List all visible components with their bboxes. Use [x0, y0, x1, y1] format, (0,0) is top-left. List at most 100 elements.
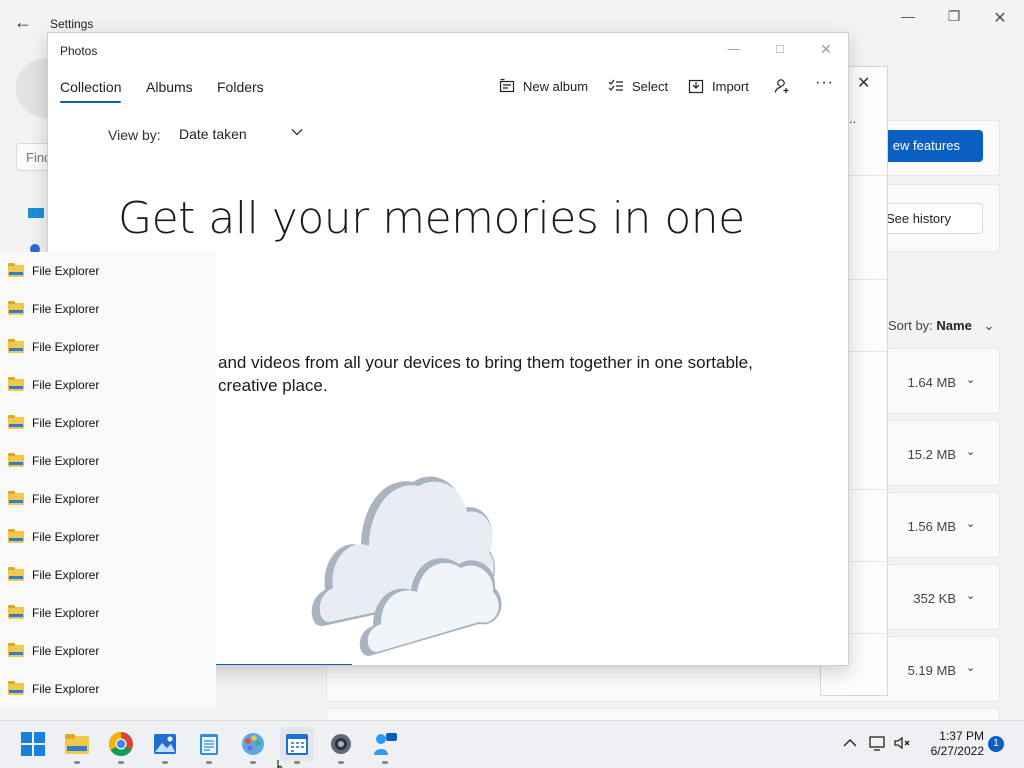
list-item-label: File Explorer — [32, 302, 100, 316]
chevron-down-icon[interactable]: ⌄ — [966, 445, 975, 458]
close-icon[interactable]: ✕ — [857, 73, 870, 93]
list-item[interactable]: File Explorer — [0, 518, 216, 556]
folder-icon — [8, 681, 24, 695]
settings-gear-icon[interactable] — [328, 731, 354, 757]
maximize-icon[interactable]: □ — [770, 41, 790, 56]
file-explorer-icon[interactable] — [64, 731, 90, 757]
view-by-dropdown[interactable]: Date taken — [179, 126, 247, 142]
tab-collection[interactable]: Collection — [60, 79, 122, 103]
file-size: 1.64 MB — [907, 375, 956, 390]
start-icon[interactable] — [20, 731, 46, 757]
folder-icon — [8, 301, 24, 315]
folder-icon — [8, 339, 24, 353]
close-icon[interactable]: ✕ — [816, 41, 836, 58]
minimize-icon[interactable]: — — [898, 8, 918, 24]
checklist-icon — [608, 79, 623, 91]
minimize-icon[interactable]: — — [724, 41, 744, 56]
paint-icon[interactable] — [240, 731, 266, 757]
photos-icon[interactable] — [152, 731, 178, 757]
network-icon[interactable] — [869, 735, 887, 751]
file-size: 5.19 MB — [907, 663, 956, 678]
album-icon — [499, 78, 515, 93]
running-indicator — [206, 761, 212, 764]
list-item-label: File Explorer — [32, 454, 100, 468]
chevron-down-icon[interactable]: ⌄ — [966, 373, 975, 386]
folder-icon — [8, 263, 24, 277]
list-item[interactable]: File Explorer — [0, 366, 216, 404]
folder-icon — [8, 643, 24, 657]
select-button[interactable]: Select — [608, 78, 668, 94]
new-album-button[interactable]: New album — [499, 78, 588, 94]
list-item[interactable]: File Explorer — [0, 442, 216, 480]
import-icon — [688, 79, 704, 94]
chevron-down-icon[interactable] — [290, 125, 304, 139]
list-item[interactable]: File Explorer — [0, 556, 216, 594]
list-item-label: File Explorer — [32, 340, 100, 354]
taskbar — [0, 720, 1024, 768]
speaker-muted-icon[interactable] — [893, 735, 911, 751]
divider — [849, 175, 889, 176]
import-label: Import — [712, 78, 749, 94]
list-item[interactable]: File Explorer — [0, 252, 216, 290]
more-icon: .. — [849, 111, 857, 126]
list-item[interactable]: File Explorer — [0, 670, 216, 708]
list-item[interactable]: File Explorer — [0, 290, 216, 328]
bottom-action-bar — [216, 664, 352, 665]
window-title: Photos — [60, 44, 98, 58]
list-item-label: File Explorer — [32, 644, 100, 658]
divider — [849, 633, 889, 634]
clock-date: 6/27/2022 — [930, 744, 984, 758]
new-album-label: New album — [523, 78, 589, 94]
chevron-down-icon[interactable]: ⌄ — [966, 661, 975, 674]
divider — [849, 561, 889, 562]
hero-heading: Get all your memories in one — [118, 193, 745, 244]
file-explorer-jump-list: File Explorer File Explorer File Explore… — [0, 252, 216, 708]
tab-albums[interactable]: Albums — [146, 79, 193, 95]
list-item[interactable]: File Explorer — [0, 404, 216, 442]
folder-icon — [8, 605, 24, 619]
folder-icon — [8, 529, 24, 543]
hero-description: and videos from all your devices to brin… — [218, 353, 753, 395]
list-item[interactable]: File Explorer — [0, 480, 216, 518]
divider — [849, 489, 889, 490]
divider — [849, 279, 889, 280]
more-options-icon[interactable]: ··· — [815, 74, 834, 92]
sort-by-label: Sort by: — [888, 318, 933, 333]
list-item-label: File Explorer — [32, 682, 100, 696]
chrome-icon[interactable] — [108, 731, 134, 757]
import-button[interactable]: Import — [688, 78, 749, 94]
system-clock[interactable]: 1:37 PM 6/27/2022 — [920, 729, 984, 759]
running-indicator — [382, 761, 388, 764]
divider — [849, 351, 889, 352]
file-size: 15.2 MB — [907, 447, 956, 462]
list-item-label: File Explorer — [32, 530, 100, 544]
mouse-cursor-icon — [277, 760, 283, 768]
sort-by-dropdown[interactable]: Sort by: Name ⌄ — [888, 318, 994, 334]
notification-badge[interactable]: 1 — [988, 736, 1004, 752]
chevron-down-icon[interactable]: ⌄ — [966, 517, 975, 530]
folder-icon — [8, 453, 24, 467]
back-arrow-icon[interactable]: ← — [14, 12, 34, 32]
folder-icon — [8, 415, 24, 429]
list-item-label: File Explorer — [32, 492, 100, 506]
folder-icon — [8, 491, 24, 505]
maximize-icon[interactable]: ❐ — [944, 8, 964, 25]
file-size: 1.56 MB — [907, 519, 956, 534]
calendar-icon[interactable] — [284, 731, 310, 757]
notepad-icon[interactable] — [196, 731, 222, 757]
folder-icon — [8, 567, 24, 581]
chevron-up-icon[interactable] — [843, 738, 857, 748]
running-indicator — [250, 761, 256, 764]
account-button[interactable] — [774, 78, 790, 94]
running-indicator — [74, 761, 80, 764]
list-item[interactable]: File Explorer — [0, 594, 216, 632]
close-icon[interactable]: ✕ — [990, 8, 1010, 28]
chevron-down-icon[interactable]: ⌄ — [966, 589, 975, 602]
running-indicator — [162, 761, 168, 764]
list-item[interactable]: File Explorer — [0, 328, 216, 366]
list-item[interactable]: File Explorer — [0, 632, 216, 670]
system-icon[interactable] — [28, 208, 44, 218]
tab-folders[interactable]: Folders — [217, 79, 264, 95]
feedback-icon[interactable] — [372, 731, 398, 757]
cloud-illustration-icon — [311, 476, 502, 656]
